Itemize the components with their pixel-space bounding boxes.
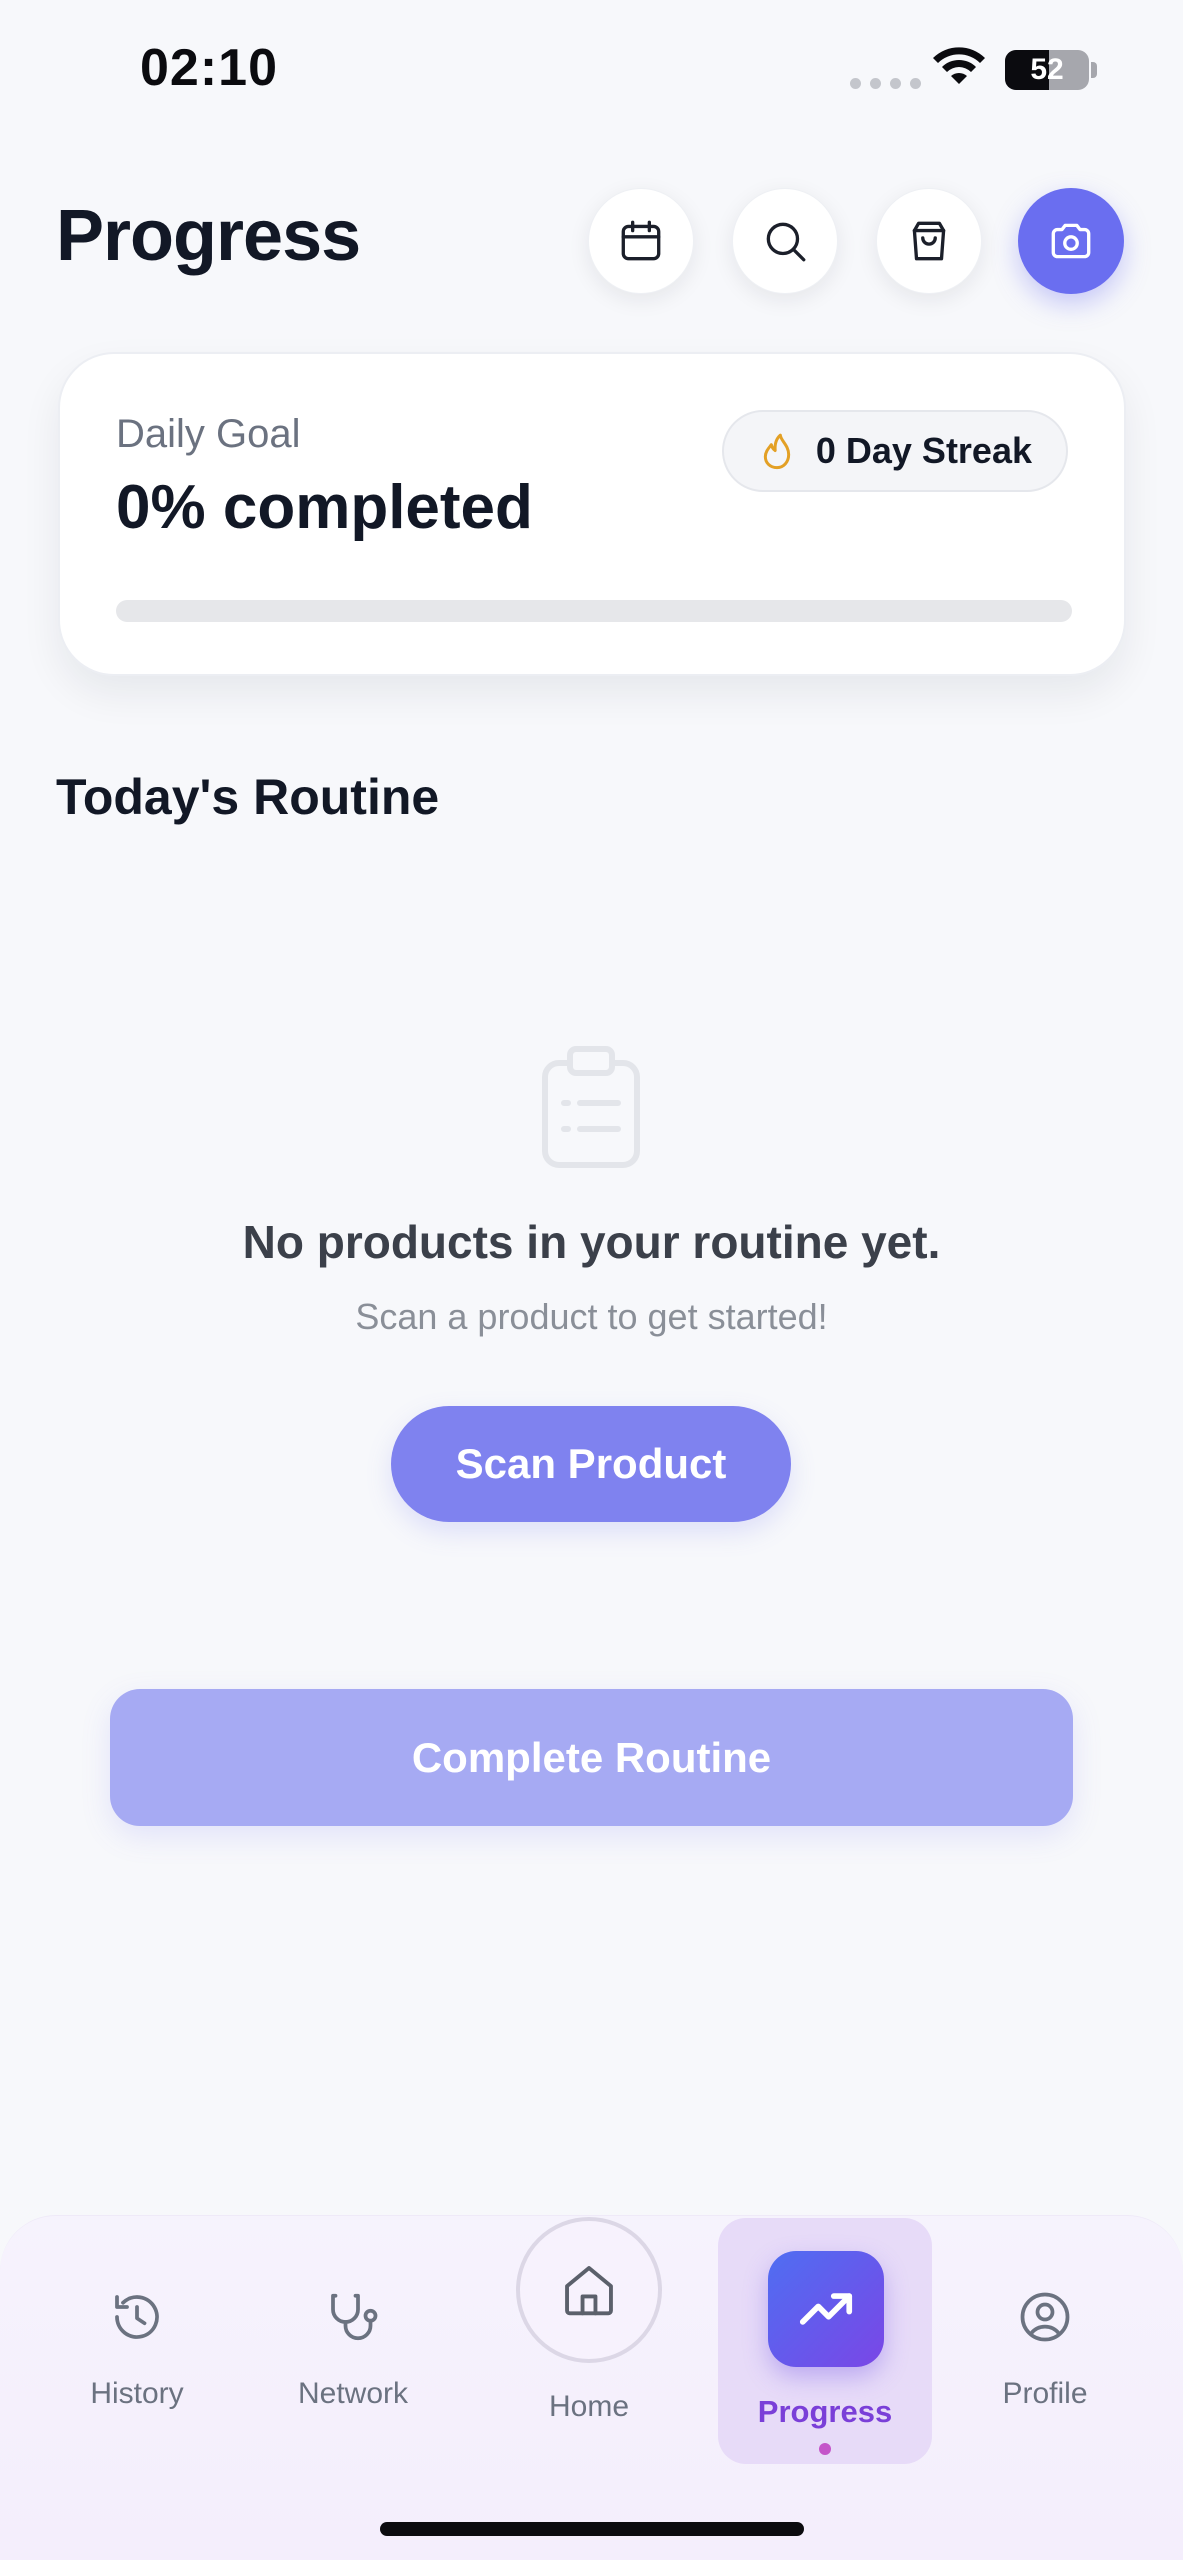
trending-up-icon — [799, 2293, 853, 2325]
clipboard-icon — [542, 1046, 640, 1168]
nav-progress-badge[interactable] — [768, 2251, 884, 2367]
nav-item-network[interactable]: Network — [248, 2215, 458, 2465]
nav-label-home: Home — [548, 2390, 630, 2423]
cellular-signal-icon — [850, 78, 921, 89]
streak-text: 0 Day Streak — [815, 430, 1032, 471]
battery-icon: 52 — [1005, 50, 1089, 90]
camera-button[interactable] — [1018, 188, 1124, 294]
nav-label-history: History — [90, 2377, 184, 2410]
nav-item-home[interactable] — [516, 2217, 662, 2363]
calendar-button[interactable] — [588, 188, 694, 294]
routine-section-title: Today's Routine — [56, 769, 440, 825]
active-indicator-dot — [819, 2443, 831, 2455]
nav-label-profile: Profile — [1002, 2377, 1088, 2410]
camera-icon — [1051, 223, 1091, 259]
nav-label-network: Network — [297, 2377, 409, 2410]
calendar-icon — [621, 220, 661, 261]
wifi-icon — [933, 47, 985, 84]
page-title: Progress — [56, 196, 361, 276]
daily-goal-card: Daily Goal 0% completed 0 Day Streak — [58, 352, 1126, 676]
battery-level: 52 — [1030, 53, 1064, 86]
user-circle-icon — [1020, 2292, 1070, 2342]
nav-item-history[interactable]: History — [32, 2215, 242, 2465]
shopping-bag-button[interactable] — [876, 188, 982, 294]
nav-label-progress: Progress — [757, 2394, 893, 2429]
empty-state-subtitle: Scan a product to get started! — [355, 1296, 828, 1337]
home-icon — [565, 2266, 613, 2316]
search-icon — [766, 222, 806, 262]
search-button[interactable] — [732, 188, 838, 294]
complete-routine-button[interactable]: Complete Routine — [110, 1689, 1073, 1826]
shopping-bag-icon — [912, 221, 946, 261]
daily-goal-label: Daily Goal — [116, 412, 301, 456]
status-bar: 02:10 52 — [0, 0, 1183, 140]
nav-item-profile[interactable]: Profile — [940, 2215, 1150, 2465]
daily-goal-value: 0% completed — [116, 473, 533, 542]
home-indicator — [380, 2522, 804, 2536]
battery-cap — [1091, 62, 1097, 78]
flame-icon — [763, 433, 791, 470]
status-time: 02:10 — [140, 39, 278, 97]
empty-state-title: No products in your routine yet. — [242, 1216, 941, 1268]
scan-product-button[interactable]: Scan Product — [391, 1406, 791, 1522]
streak-badge: 0 Day Streak — [721, 410, 1068, 492]
stethoscope-icon — [331, 2293, 378, 2341]
history-icon — [115, 2295, 159, 2339]
goal-progress-bar — [116, 600, 1072, 622]
